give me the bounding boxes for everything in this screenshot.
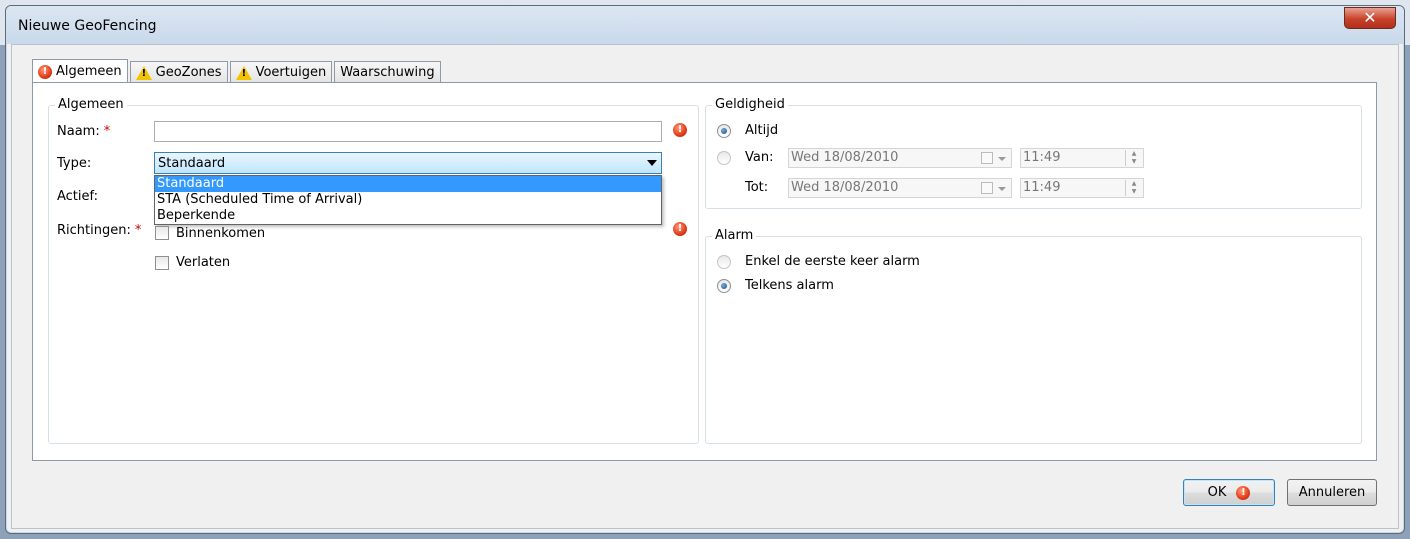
time-spin-buttons[interactable]: ▲ ▼ xyxy=(1125,180,1142,196)
tab-label: GeoZones xyxy=(155,65,222,80)
ok-button-label: OK xyxy=(1207,485,1227,500)
alarm-first-radio[interactable] xyxy=(717,255,731,269)
type-label: Type: xyxy=(57,156,92,171)
altijd-label: Altijd xyxy=(745,123,779,138)
naam-input[interactable] xyxy=(154,121,662,142)
error-icon: ! xyxy=(1236,485,1251,500)
tab-label: Voertuigen xyxy=(255,65,327,80)
alarm-always-label: Telkens alarm xyxy=(745,278,834,293)
actief-label: Actief: xyxy=(57,189,99,204)
tab-label: Algemeen xyxy=(56,64,122,79)
tab-waarschuwing[interactable]: Waarschuwing xyxy=(334,61,441,83)
tab-label: Waarschuwing xyxy=(340,65,435,80)
naam-label: Naam: * xyxy=(57,124,110,139)
tot-date-value: Wed 18/08/2010 xyxy=(791,180,899,195)
tot-date-picker[interactable]: Wed 18/08/2010 xyxy=(788,178,1012,198)
richtingen-label-text: Richtingen: xyxy=(57,223,131,238)
chevron-down-icon xyxy=(998,187,1006,191)
dropdown-option-standaard[interactable]: Standaard xyxy=(155,176,661,192)
naam-label-text: Naam: xyxy=(57,124,100,139)
tab-geozones[interactable]: GeoZones xyxy=(129,61,228,83)
binnenkomen-checkbox[interactable] xyxy=(155,226,169,240)
time-spin-buttons[interactable]: ▲ ▼ xyxy=(1125,150,1142,166)
tab-voertuigen[interactable]: Voertuigen xyxy=(229,61,333,83)
ok-button[interactable]: OK ! xyxy=(1183,479,1275,506)
required-mark: * xyxy=(134,223,142,238)
cancel-button-label: Annuleren xyxy=(1298,485,1366,500)
type-dropdown-list: Standaard STA (Scheduled Time of Arrival… xyxy=(154,175,662,225)
close-button[interactable]: ✕ xyxy=(1344,7,1396,29)
altijd-radio[interactable] xyxy=(717,124,731,138)
type-selected-value: Standaard xyxy=(158,155,226,171)
spin-up-icon: ▲ xyxy=(1131,180,1137,187)
spin-down-icon: ▼ xyxy=(1131,188,1137,195)
richtingen-label: Richtingen: * xyxy=(57,223,141,238)
chevron-down-icon xyxy=(647,160,657,166)
alarm-first-label: Enkel de eerste keer alarm xyxy=(745,254,920,269)
type-combobox[interactable]: Standaard xyxy=(154,152,662,174)
required-mark: * xyxy=(103,124,111,139)
richtingen-error-icon: ! xyxy=(673,222,687,236)
tot-time-value: 11:49 xyxy=(1023,180,1061,195)
group-title: Geldigheid xyxy=(712,97,788,112)
calendar-icon xyxy=(981,152,993,164)
van-label: Van: xyxy=(745,150,774,165)
calendar-icon xyxy=(981,182,993,194)
van-radio[interactable] xyxy=(717,151,731,165)
verlaten-label: Verlaten xyxy=(176,255,231,270)
cancel-button[interactable]: Annuleren xyxy=(1287,479,1377,506)
dropdown-option-sta[interactable]: STA (Scheduled Time of Arrival) xyxy=(155,192,661,208)
spin-down-icon: ▼ xyxy=(1131,158,1137,165)
error-icon: ! xyxy=(38,64,52,79)
tot-time-spinner[interactable]: 11:49 ▲ ▼ xyxy=(1020,178,1144,198)
group-title: Algemeen xyxy=(55,97,127,112)
tab-algemeen[interactable]: ! Algemeen xyxy=(32,59,128,83)
title-bar: Nieuwe GeoFencing ✕ xyxy=(6,6,1404,44)
chevron-down-icon xyxy=(998,157,1006,161)
dropdown-option-beperkende[interactable]: Beperkende xyxy=(155,208,661,224)
tab-strip: ! Algemeen GeoZones Voertuigen Waarschuw… xyxy=(32,59,443,83)
close-icon: ✕ xyxy=(1363,8,1377,27)
binnenkomen-label: Binnenkomen xyxy=(176,226,266,241)
naam-error-icon: ! xyxy=(673,123,687,137)
tot-label: Tot: xyxy=(745,180,769,195)
window-title: Nieuwe GeoFencing xyxy=(18,18,157,34)
warning-icon xyxy=(135,65,152,80)
alarm-always-radio[interactable] xyxy=(717,279,731,293)
van-time-value: 11:49 xyxy=(1023,150,1061,165)
group-title: Alarm xyxy=(712,228,757,243)
warning-icon xyxy=(235,65,252,80)
van-time-spinner[interactable]: 11:49 ▲ ▼ xyxy=(1020,148,1144,168)
van-date-value: Wed 18/08/2010 xyxy=(791,150,899,165)
van-date-picker[interactable]: Wed 18/08/2010 xyxy=(788,148,1012,168)
verlaten-checkbox[interactable] xyxy=(155,256,169,270)
spin-up-icon: ▲ xyxy=(1131,150,1137,157)
